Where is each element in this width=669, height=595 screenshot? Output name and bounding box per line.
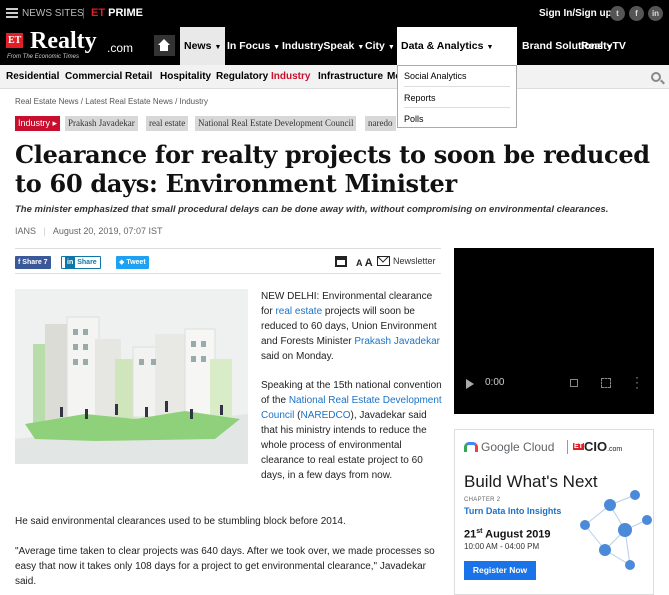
linkedin-share-button[interactable]: in Share — [61, 256, 101, 269]
nav-news[interactable]: News ▼ — [180, 27, 226, 65]
site-logo[interactable]: ET Realty .com From The Economic Times — [6, 28, 136, 62]
google-cloud-logo: Google Cloud — [464, 440, 554, 454]
breadcrumb[interactable]: Real Estate News / Latest Real Estate Ne… — [15, 97, 208, 106]
google-cloud-icon — [464, 442, 478, 452]
paragraph-2: Speaking at the 15th national convention… — [261, 380, 442, 481]
dropdown-item-reports[interactable]: Reports — [404, 93, 436, 103]
fullscreen-icon[interactable] — [601, 378, 611, 388]
link-real-estate[interactable]: real estate — [275, 306, 322, 317]
article-synopsis: The minister emphasized that small proce… — [15, 204, 609, 215]
facebook-icon[interactable]: f — [629, 6, 644, 21]
paper-city-illustration — [15, 289, 248, 464]
tag-prakash-javadekar[interactable]: Prakash Javadekar — [65, 116, 138, 131]
category-infrastructure[interactable]: Infrastructure — [318, 71, 383, 82]
nav-realtytv[interactable]: RealtyTV — [581, 27, 626, 65]
tag-naredco[interactable]: naredo — [365, 116, 396, 131]
newsletter-link[interactable]: Newsletter — [393, 256, 436, 266]
nav-data-analytics[interactable]: Data & Analytics ▼ — [397, 27, 517, 65]
tag-real-estate[interactable]: real estate — [146, 116, 189, 131]
print-icon[interactable] — [335, 256, 347, 267]
category-hospitality[interactable]: Hospitality — [160, 71, 211, 82]
paragraph-4: "Average time taken to clear projects wa… — [15, 546, 435, 587]
logo-realty: Realty — [30, 28, 97, 54]
dropdown-item-social-analytics[interactable]: Social Analytics — [404, 71, 467, 81]
et-prime-link[interactable]: ET PRIME — [91, 7, 143, 19]
video-time: 0:00 — [485, 377, 505, 388]
paragraph-3: He said environmental clearances used to… — [15, 516, 346, 527]
twitter-icon[interactable]: t — [610, 6, 625, 21]
category-industry[interactable]: Industry — [271, 71, 310, 82]
more-options-icon[interactable]: · · · — [635, 371, 639, 393]
divider — [404, 107, 510, 108]
link-naredco[interactable]: NAREDCO — [300, 410, 350, 421]
font-size-button[interactable]: A A — [356, 257, 373, 269]
sign-in-link[interactable]: Sign In/Sign up — [539, 8, 612, 19]
search-icon[interactable] — [651, 72, 661, 82]
logo-dotcom: .com — [107, 41, 134, 55]
network-graphic — [580, 490, 652, 570]
separator: | — [82, 7, 85, 19]
main-header: ET Realty .com From The Economic Times N… — [0, 27, 669, 65]
ad-chapter: CHAPTER 2 — [464, 497, 501, 503]
nav-industryspeak[interactable]: IndustrySpeak ▼ — [282, 27, 364, 65]
logo-et: ET — [6, 33, 24, 48]
play-icon[interactable] — [466, 379, 474, 389]
video-player[interactable]: 0:00 · · · — [454, 248, 654, 414]
tag-industry[interactable]: Industry ▸ — [15, 116, 61, 131]
home-icon[interactable] — [154, 35, 175, 56]
category-bar: Residential Commercial Retail Hospitalit… — [0, 65, 669, 89]
category-regulatory[interactable]: Regulatory — [216, 71, 268, 82]
nav-city[interactable]: City ▼ — [365, 27, 395, 65]
hamburger-menu-icon[interactable] — [6, 8, 18, 18]
publish-date: August 20, 2019, 07:07 IST — [52, 226, 163, 236]
news-sites-link[interactable]: NEWS SITES — [22, 8, 84, 19]
top-bar: NEWS SITES | ET PRIME Sign In/Sign up t … — [0, 0, 669, 27]
ad-subhead: Turn Data Into Insights — [464, 506, 562, 516]
article-image — [15, 289, 248, 464]
twitter-share-button[interactable]: ◆ Tweet — [116, 256, 149, 269]
category-residential[interactable]: Residential — [6, 71, 59, 82]
facebook-share-button[interactable]: f Share 7 — [15, 256, 51, 269]
etcio-logo: ETCIO.com — [573, 439, 623, 454]
divider — [567, 440, 568, 454]
dropdown-item-polls[interactable]: Polls — [404, 114, 424, 124]
logo-tagline: From The Economic Times — [7, 54, 79, 60]
linkedin-icon[interactable]: in — [648, 6, 663, 21]
advertisement[interactable]: Google Cloud ETCIO.com Build What's Next… — [454, 429, 654, 595]
ad-date: 21st August 2019 — [464, 528, 551, 541]
mail-icon[interactable] — [377, 256, 390, 266]
data-analytics-dropdown: Social Analytics Reports Polls — [397, 65, 517, 128]
article-title: Clearance for realty projects to soon be… — [15, 140, 650, 198]
share-toolbar: f Share 7 in Share ◆ Tweet A A Newsletter — [15, 248, 441, 274]
divider — [404, 86, 510, 87]
mute-icon[interactable] — [570, 379, 578, 387]
nav-in-focus[interactable]: In Focus ▼ — [227, 27, 280, 65]
link-prakash-javadekar[interactable]: Prakash Javadekar — [354, 336, 440, 347]
author[interactable]: IANS — [15, 226, 36, 236]
register-now-button[interactable]: Register Now — [464, 561, 536, 580]
paragraph-1: NEW DELHI: Environmental clearance for r… — [261, 291, 440, 362]
article-byline: IANS | August 20, 2019, 07:07 IST — [15, 226, 163, 236]
category-commercial[interactable]: Commercial — [65, 71, 122, 82]
tag-naredc[interactable]: National Real Estate Development Council — [195, 116, 357, 131]
category-retail[interactable]: Retail — [125, 71, 152, 82]
ad-time: 10:00 AM - 04:00 PM — [464, 542, 540, 551]
